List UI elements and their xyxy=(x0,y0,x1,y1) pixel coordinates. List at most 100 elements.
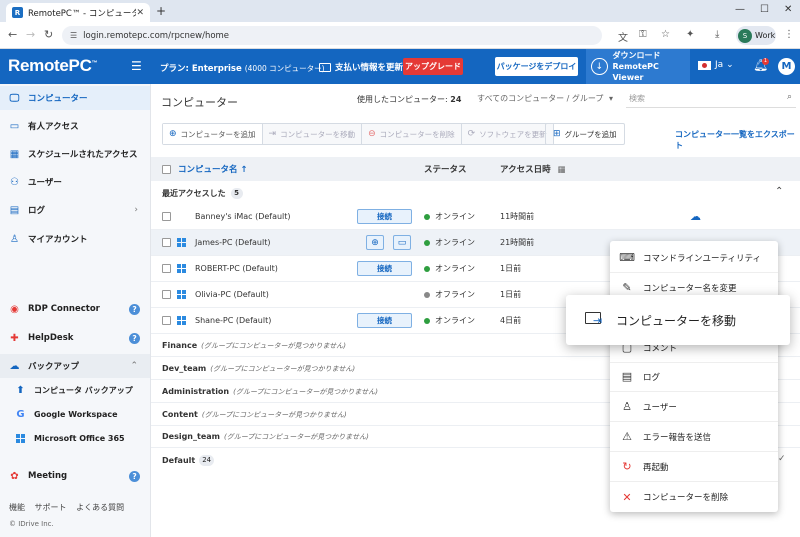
warning-icon: ⚠ xyxy=(622,430,632,443)
connect-button[interactable]: 接続 xyxy=(357,209,412,224)
backup-icon: ☁ xyxy=(9,360,20,372)
computer-backup-icon: ⬆ xyxy=(16,384,25,396)
update-software-icon: ⟳ xyxy=(467,129,476,139)
browser-tab[interactable]: R RemotePC™ - コンピューター ✕ xyxy=(6,3,150,22)
menu-item-send-error-report[interactable]: ⚠ エラー報告を送信 xyxy=(610,422,778,452)
deploy-package-button[interactable]: パッケージをデプロイ xyxy=(495,57,578,76)
chevron-up-icon: ⌃ xyxy=(130,361,138,371)
apple-icon xyxy=(176,212,186,222)
app-connect-monitor-icon[interactable]: ▭ xyxy=(393,235,411,250)
collapse-chevron-icon[interactable]: ⌃ xyxy=(775,186,783,197)
tab-close-icon[interactable]: ✕ xyxy=(136,8,144,18)
download-icon[interactable]: ⤓ xyxy=(715,29,719,40)
features-link[interactable]: 機能 xyxy=(9,503,25,512)
sidebar-item-office365[interactable]: Microsoft Office 365 xyxy=(0,426,150,450)
user-avatar[interactable]: M xyxy=(778,58,795,75)
connect-button[interactable]: 接続 xyxy=(357,261,412,276)
google-icon: G xyxy=(16,408,25,420)
credit-card-icon xyxy=(319,62,331,72)
restart-icon: ↻ xyxy=(622,460,632,473)
url-text: login.remotepc.com/rpcnew/home xyxy=(83,30,230,41)
meeting-icon: ✿ xyxy=(10,470,19,482)
export-list-link[interactable]: コンピューター一覧をエクスポート xyxy=(675,129,800,151)
maximize-icon[interactable]: ☐ xyxy=(760,4,769,15)
chevron-right-icon: › xyxy=(134,205,138,215)
forward-icon[interactable]: → xyxy=(26,28,35,41)
download-viewer-button[interactable]: ↓ ダウンロード RemotePC Viewer xyxy=(586,49,690,84)
help-icon[interactable]: ? xyxy=(129,303,140,315)
menu-item-command-line[interactable]: ⌨ コマンドラインユーティリティ xyxy=(610,243,778,273)
row-checkbox[interactable] xyxy=(162,238,171,247)
faq-link[interactable]: よくある質問 xyxy=(76,503,124,512)
help-icon[interactable]: ? xyxy=(129,332,140,344)
browser-tab-bar: R RemotePC™ - コンピューター ✕ + — ☐ ✕ xyxy=(0,0,800,22)
sidebar-item-computer-backup[interactable]: ⬆ コンピュータ バックアップ xyxy=(0,378,150,402)
attended-icon: ▭ xyxy=(9,120,20,132)
back-icon[interactable]: ← xyxy=(8,28,17,41)
group-filter-dropdown[interactable]: すべてのコンピューター / グループ ▾ xyxy=(477,93,613,104)
menu-item-logs[interactable]: ▤ ログ xyxy=(610,362,778,392)
sidebar-item-meeting[interactable]: ✿ Meeting ? xyxy=(0,464,150,488)
sidebar-item-my-account[interactable]: ♙ マイアカウント xyxy=(0,227,150,251)
row-checkbox[interactable] xyxy=(162,264,171,273)
web-connect-globe-icon[interactable]: ⊕ xyxy=(366,235,384,250)
delete-computer-button[interactable]: ⊖ コンピューターを削除 xyxy=(362,124,462,144)
account-icon: ♙ xyxy=(10,233,19,245)
row-checkbox[interactable] xyxy=(162,212,171,221)
sidebar-item-computers[interactable]: 🖵︎ コンピューター xyxy=(0,86,150,110)
sidebar-item-rdp-connector[interactable]: ◉ RDP Connector ? xyxy=(0,297,150,321)
hamburger-menu-icon[interactable]: ☰ xyxy=(131,59,142,73)
row-checkbox[interactable] xyxy=(162,290,171,299)
translate-icon[interactable]: 文 xyxy=(618,29,628,44)
add-group-button[interactable]: ⊞ グループを追加 xyxy=(545,123,625,145)
sidebar-item-google-workspace[interactable]: G Google Workspace xyxy=(0,402,150,426)
new-tab-icon[interactable]: + xyxy=(156,4,166,18)
move-computer-button[interactable]: ⇥ コンピューターを移動 xyxy=(262,124,363,144)
sidebar-item-backup[interactable]: ☁ バックアップ ⌃ xyxy=(0,354,150,378)
profile-chip[interactable]: S Work xyxy=(736,26,776,45)
sidebar-item-helpdesk[interactable]: ✚ HelpDesk ? xyxy=(0,326,150,350)
address-toolbar: ← → ↻ ☰ login.remotepc.com/rpcnew/home 文… xyxy=(0,22,800,49)
sidebar-item-logs[interactable]: ▤ ログ › xyxy=(0,198,150,222)
menu-item-users[interactable]: ♙ ユーザー xyxy=(610,392,778,422)
browser-menu-icon[interactable]: ⋮ xyxy=(784,29,794,40)
delete-x-icon: ✕ xyxy=(622,490,632,504)
upgrade-button[interactable]: アップグレード xyxy=(403,58,463,75)
search-input[interactable]: 検索 ⌕ xyxy=(626,88,796,108)
minimize-icon[interactable]: — xyxy=(735,4,745,15)
support-link[interactable]: サポート xyxy=(35,503,67,512)
reload-icon[interactable]: ↻ xyxy=(44,28,53,41)
search-icon: ⌕ xyxy=(786,92,792,102)
menu-item-delete-computer[interactable]: ✕ コンピューターを削除 xyxy=(610,482,778,512)
table-row[interactable]: Banney's iMac (Default) 接続 オンライン 11時間前 ☁ xyxy=(151,204,800,230)
access-time: 1日前 xyxy=(500,290,522,299)
bookmark-star-icon[interactable]: ☆ xyxy=(661,29,670,40)
help-icon[interactable]: ? xyxy=(129,470,140,482)
row-checkbox[interactable] xyxy=(162,316,171,325)
access-time: 11時間前 xyxy=(500,212,535,221)
url-bar[interactable]: ☰ login.remotepc.com/rpcnew/home xyxy=(62,26,602,45)
remotepc-favicon-icon: R xyxy=(12,7,23,18)
window-close-icon[interactable]: ✕ xyxy=(784,4,792,15)
password-key-icon[interactable]: ⚿ xyxy=(639,29,647,40)
language-selector[interactable]: Ja ⌄ xyxy=(698,60,734,70)
update-software-button[interactable]: ⟳ ソフトウェアを更新 xyxy=(461,124,553,144)
calendar-icon[interactable]: ▦ xyxy=(558,165,566,175)
site-info-icon[interactable]: ☰ xyxy=(70,31,77,40)
windows-icon xyxy=(176,290,186,300)
select-all-checkbox[interactable] xyxy=(162,164,171,174)
extensions-icon[interactable]: ✦ xyxy=(686,29,694,40)
connect-button[interactable]: 接続 xyxy=(357,313,412,328)
sidebar-footer: 機能 サポート よくある質問 xyxy=(9,502,131,513)
add-computer-button[interactable]: ⊕ コンピューターを追加 xyxy=(163,124,263,144)
remotepc-logo[interactable]: RemotePC™ xyxy=(8,56,98,76)
sidebar-item-scheduled[interactable]: ▦ スケジュールされたアクセス xyxy=(0,142,150,166)
menu-item-move-computer[interactable]: ⇥ コンピューターを移動 xyxy=(566,295,790,345)
menu-item-restart[interactable]: ↻ 再起動 xyxy=(610,452,778,482)
column-name[interactable]: コンピュータ名 ↑ xyxy=(178,163,248,175)
billing-link[interactable]: 支払い情報を更新 xyxy=(319,61,403,73)
sidebar-item-attended[interactable]: ▭ 有人アクセス xyxy=(0,114,150,138)
cloud-upload-icon[interactable]: ☁ xyxy=(690,210,701,223)
japan-flag-icon xyxy=(698,60,711,70)
sidebar-item-users[interactable]: ⚇ ユーザー xyxy=(0,170,150,194)
